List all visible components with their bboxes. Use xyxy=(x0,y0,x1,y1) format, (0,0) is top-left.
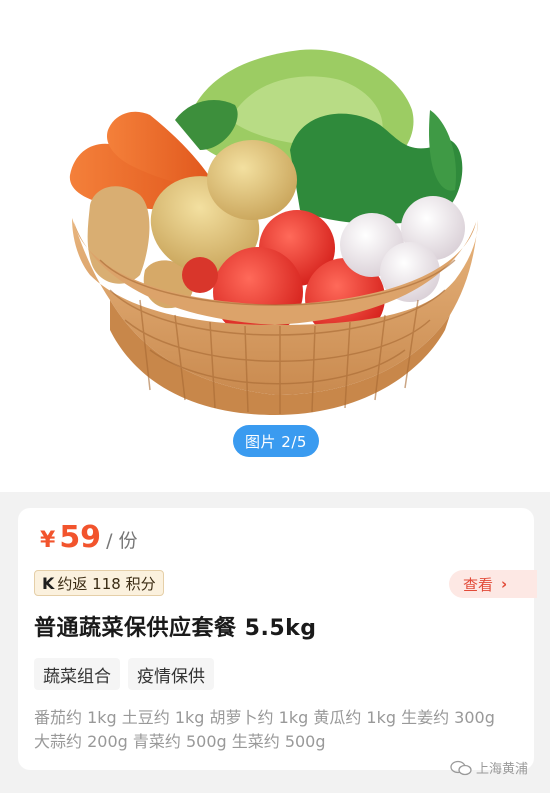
product-image[interactable]: 图片 2/5 xyxy=(0,0,550,492)
tag-vegetable-combo: 蔬菜组合 xyxy=(34,658,120,690)
points-logo-icon: K xyxy=(42,573,55,593)
image-page-indicator: 图片 2/5 xyxy=(233,425,319,457)
tag-epidemic-supply: 疫情保供 xyxy=(128,658,214,690)
view-button-label: 查看 xyxy=(463,575,494,594)
currency-symbol: ¥ xyxy=(40,528,56,553)
watermark: 上海黄浦 xyxy=(450,758,528,777)
watermark-text: 上海黄浦 xyxy=(476,762,529,777)
product-description: 番茄约 1kg 土豆约 1kg 胡萝卜约 1kg 黄瓜约 1kg 生姜约 300… xyxy=(34,708,495,751)
price-row: ¥ 59 / 份 xyxy=(40,520,138,555)
product-title: 普通蔬菜保供应套餐 5.5kg xyxy=(34,616,317,641)
price-value: 59 xyxy=(59,520,102,555)
wechat-icon xyxy=(450,760,472,775)
ginger xyxy=(87,186,150,284)
price-unit: / 份 xyxy=(106,530,138,552)
vegetable-basket-illustration xyxy=(69,49,478,415)
chevron-right-icon: › xyxy=(501,575,508,593)
product-tags: 蔬菜组合 疫情保供 xyxy=(34,658,214,690)
points-badge: K 约返 118 积分 xyxy=(34,570,164,596)
points-text: 约返 118 积分 xyxy=(57,574,156,593)
view-button[interactable]: 查看 › xyxy=(449,570,537,598)
product-info-card: ¥ 59 / 份 K 约返 118 积分 查看 › 普通蔬菜保供应套餐 5.5k… xyxy=(18,508,537,770)
